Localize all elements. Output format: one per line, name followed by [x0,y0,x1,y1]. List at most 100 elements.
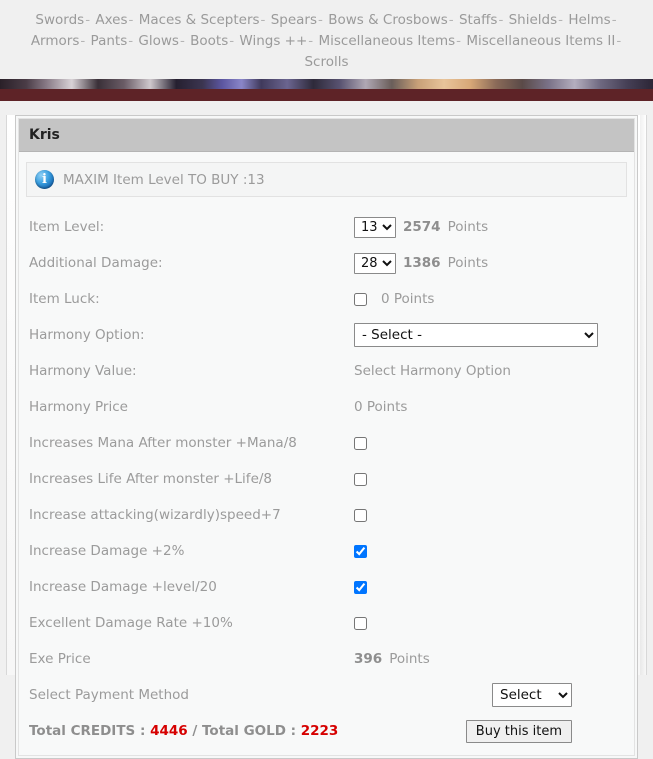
option-damage-level-label: Increase Damage +level/20 [29,579,217,595]
nav-link-miscellaneous-items-ii[interactable]: Miscellaneous Items II [466,33,615,49]
item-luck-label: Item Luck: [29,291,100,307]
row-option-mana: Increases Mana After monster +Mana/8 [19,425,634,461]
nav-link-bows-crosbows[interactable]: Bows & Crosbows [328,12,448,28]
additional-damage-points: 1386 [403,255,441,271]
harmony-value-control: Select Harmony Option [354,363,511,379]
harmony-value-label: Harmony Value: [29,363,137,379]
nav-separator: - [260,12,266,28]
option-damage-percent-checkbox[interactable] [354,544,367,558]
totals-middle: / [187,723,202,739]
option-excellent-rate-label: Excellent Damage Rate +10% [29,615,233,631]
harmony-value-text: Select Harmony Option [354,363,511,379]
nav-link-helms[interactable]: Helms [568,12,610,28]
row-totals: Total CREDITS : 4446 / Total GOLD : 2223… [19,713,634,749]
category-nav: Swords- Axes- Maces & Scepters- Spears- … [0,0,653,79]
nav-link-spears[interactable]: Spears [271,12,317,28]
row-payment-method: Select Payment Method Select [19,677,634,713]
option-excellent-rate-checkbox[interactable] [354,616,367,630]
buy-this-item-button[interactable]: Buy this item [465,719,572,743]
row-additional-damage: Additional Damage: 28 1386 Points [19,245,634,281]
harmony-option-control: - Select - [354,323,598,347]
row-option-excellent-rate: Excellent Damage Rate +10% [19,605,634,641]
banner-image [0,79,653,89]
harmony-price-label: Harmony Price [29,399,128,415]
banner-bottom-bar [0,89,653,101]
harmony-price-control: 0 Points [354,399,407,415]
nav-link-armors[interactable]: Armors [31,33,80,49]
info-icon: i [35,170,54,189]
total-credits-value: 4446 [150,723,188,739]
nav-link-boots[interactable]: Boots [190,33,228,49]
option-damage-percent-control [354,544,374,558]
item-luck-checkbox-cell [354,292,374,306]
page-title: Kris [19,119,634,152]
option-mana-checkbox[interactable] [354,436,367,450]
nav-link-wings[interactable]: Wings ++ [239,33,307,49]
nav-line-2: Glows- Boots- Wings ++- Miscellaneous It… [138,33,622,70]
option-damage-level-checkbox[interactable] [354,580,367,594]
total-gold-value: 2223 [300,723,339,739]
item-level-control: 13 2574 Points [354,216,488,238]
panel-inner: Kris i MAXIM Item Level TO BUY :13 Item … [18,118,635,756]
option-speed-control [354,508,374,522]
item-level-select[interactable]: 13 [354,216,396,238]
option-speed-checkbox-cell [354,508,374,522]
nav-separator: - [498,12,504,28]
item-luck-checkbox[interactable] [354,292,367,306]
row-option-life: Increases Life After monster +Life/8 [19,461,634,497]
totals-line: Total CREDITS : 4446 / Total GOLD : 2223 [29,723,338,739]
nav-separator: - [85,12,91,28]
row-item-luck: Item Luck: 0 Points [19,281,634,317]
nav-link-swords[interactable]: Swords [35,12,84,28]
nav-separator: - [558,12,564,28]
additional-damage-label: Additional Damage: [29,255,163,271]
nav-separator: - [611,12,617,28]
nav-link-glows[interactable]: Glows [138,33,179,49]
nav-separator: - [318,12,323,28]
nav-link-pants[interactable]: Pants [91,33,128,49]
option-life-checkbox[interactable] [354,472,367,486]
option-mana-checkbox-cell [354,436,374,450]
row-item-level: Item Level: 13 2574 Points [19,209,634,245]
nav-separator: - [128,12,134,28]
nav-separator: - [308,33,314,49]
notice-text: MAXIM Item Level TO BUY :13 [63,171,265,188]
row-option-damage-level: Increase Damage +level/20 [19,569,634,605]
harmony-option-label: Harmony Option: [29,327,145,343]
option-damage-level-control [354,580,374,594]
additional-damage-control: 28 1386 Points [354,252,489,274]
nav-link-miscellaneous-items[interactable]: Miscellaneous Items [318,33,455,49]
item-purchase-panel: Kris i MAXIM Item Level TO BUY :13 Item … [15,115,638,759]
option-life-checkbox-cell [354,472,374,486]
nav-link-scrolls[interactable]: Scrolls [304,54,348,70]
option-speed-label: Increase attacking(wizardly)speed+7 [29,507,281,523]
option-excellent-rate-control [354,616,374,630]
max-level-notice: i MAXIM Item Level TO BUY :13 [26,162,627,197]
row-option-speed: Increase attacking(wizardly)speed+7 [19,497,634,533]
payment-method-select[interactable]: Select [492,683,572,707]
harmony-option-select[interactable]: - Select - [354,323,598,347]
exe-price-points: 396 [354,651,383,667]
row-harmony-value: Harmony Value: Select Harmony Option [19,353,634,389]
option-life-label: Increases Life After monster +Life/8 [29,471,273,487]
nav-link-axes[interactable]: Axes [95,12,127,28]
item-luck-control: 0 Points [354,291,434,307]
item-config-form: Item Level: 13 2574 Points Additional Da… [19,201,634,755]
nav-link-staffs[interactable]: Staffs [459,12,497,28]
nav-link-maces-scepters[interactable]: Maces & Scepters [139,12,260,28]
option-speed-checkbox[interactable] [354,508,367,522]
nav-link-shields[interactable]: Shields [509,12,558,28]
option-mana-label: Increases Mana After monster +Mana/8 [29,435,297,451]
site-banner [0,79,653,101]
item-level-points: 2574 [403,219,441,235]
additional-damage-points-unit: Points [447,255,489,271]
option-life-control [354,472,374,486]
harmony-price-value: 0 Points [354,399,408,415]
row-harmony-option: Harmony Option: - Select - [19,317,634,353]
option-damage-level-checkbox-cell [354,580,374,594]
additional-damage-select[interactable]: 28 [354,252,396,274]
row-harmony-price: Harmony Price 0 Points [19,389,634,425]
option-damage-percent-label: Increase Damage +2% [29,543,185,559]
exe-price-label: Exe Price [29,651,91,667]
item-level-label: Item Level: [29,219,105,235]
